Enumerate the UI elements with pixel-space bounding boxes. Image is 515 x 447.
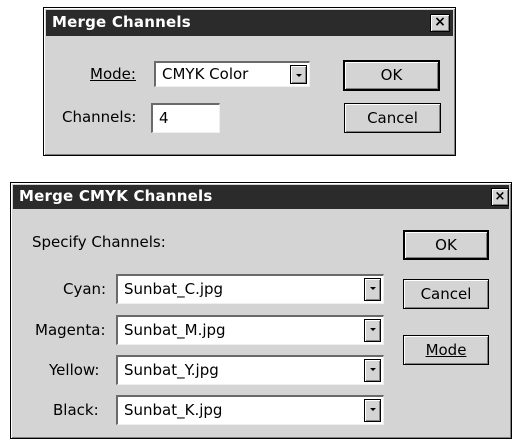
mode-select-value: CMYK Color xyxy=(162,65,249,83)
ok-button[interactable]: OK xyxy=(343,60,440,91)
channels-input[interactable]: 4 xyxy=(151,103,220,133)
black-select[interactable]: Sunbat_K.jpg xyxy=(116,395,384,425)
chevron-down-icon[interactable] xyxy=(364,278,381,301)
merge-cmyk-titlebar: Merge CMYK Channels × xyxy=(13,185,509,209)
cancel-button[interactable]: Cancel xyxy=(344,103,441,133)
close-button[interactable]: × xyxy=(491,188,509,206)
mode-button-label: Mode xyxy=(425,341,467,359)
cancel-button-label: Cancel xyxy=(420,285,472,303)
chevron-down-icon[interactable] xyxy=(364,319,381,342)
magenta-select-value: Sunbat_M.jpg xyxy=(124,321,226,339)
channels-input-value: 4 xyxy=(159,109,169,127)
chevron-down-icon[interactable] xyxy=(290,65,307,84)
magenta-label: Magenta: xyxy=(35,321,106,339)
ok-button[interactable]: OK xyxy=(403,230,489,260)
close-icon: × xyxy=(434,14,446,30)
chevron-down-icon[interactable] xyxy=(364,359,381,382)
cyan-select[interactable]: Sunbat_C.jpg xyxy=(116,274,384,304)
chevron-down-icon[interactable] xyxy=(364,399,381,422)
channels-label: Channels: xyxy=(62,108,136,126)
black-select-value: Sunbat_K.jpg xyxy=(124,401,223,419)
merge-cmyk-dialog: Merge CMYK Channels × Specify Channels: … xyxy=(10,182,512,439)
ok-button-label: OK xyxy=(435,236,457,254)
close-button[interactable]: × xyxy=(430,14,450,32)
merge-channels-dialog: Merge Channels × Mode: CMYK Color Channe… xyxy=(43,7,456,156)
merge-channels-titlebar: Merge Channels × xyxy=(46,10,453,36)
mode-label: Mode: xyxy=(90,65,136,83)
black-label: Black: xyxy=(53,401,99,419)
magenta-select[interactable]: Sunbat_M.jpg xyxy=(116,315,384,345)
yellow-label: Yellow: xyxy=(49,361,100,379)
dialog-title: Merge Channels xyxy=(52,13,191,31)
yellow-select[interactable]: Sunbat_Y.jpg xyxy=(116,355,384,385)
cancel-button[interactable]: Cancel xyxy=(403,279,489,309)
yellow-select-value: Sunbat_Y.jpg xyxy=(124,361,219,379)
mode-label-text: Mode: xyxy=(90,65,136,83)
ok-button-label: OK xyxy=(380,66,403,84)
cyan-select-value: Sunbat_C.jpg xyxy=(124,280,224,298)
specify-channels-label: Specify Channels: xyxy=(32,233,166,251)
close-icon: × xyxy=(494,189,506,204)
channels-label-text: Channels: xyxy=(62,108,137,126)
mode-select[interactable]: CMYK Color xyxy=(154,61,310,87)
cancel-button-label: Cancel xyxy=(367,109,418,127)
mode-button[interactable]: Mode xyxy=(403,335,489,365)
dialog-title: Merge CMYK Channels xyxy=(19,187,213,205)
cyan-label: Cyan: xyxy=(63,280,107,298)
